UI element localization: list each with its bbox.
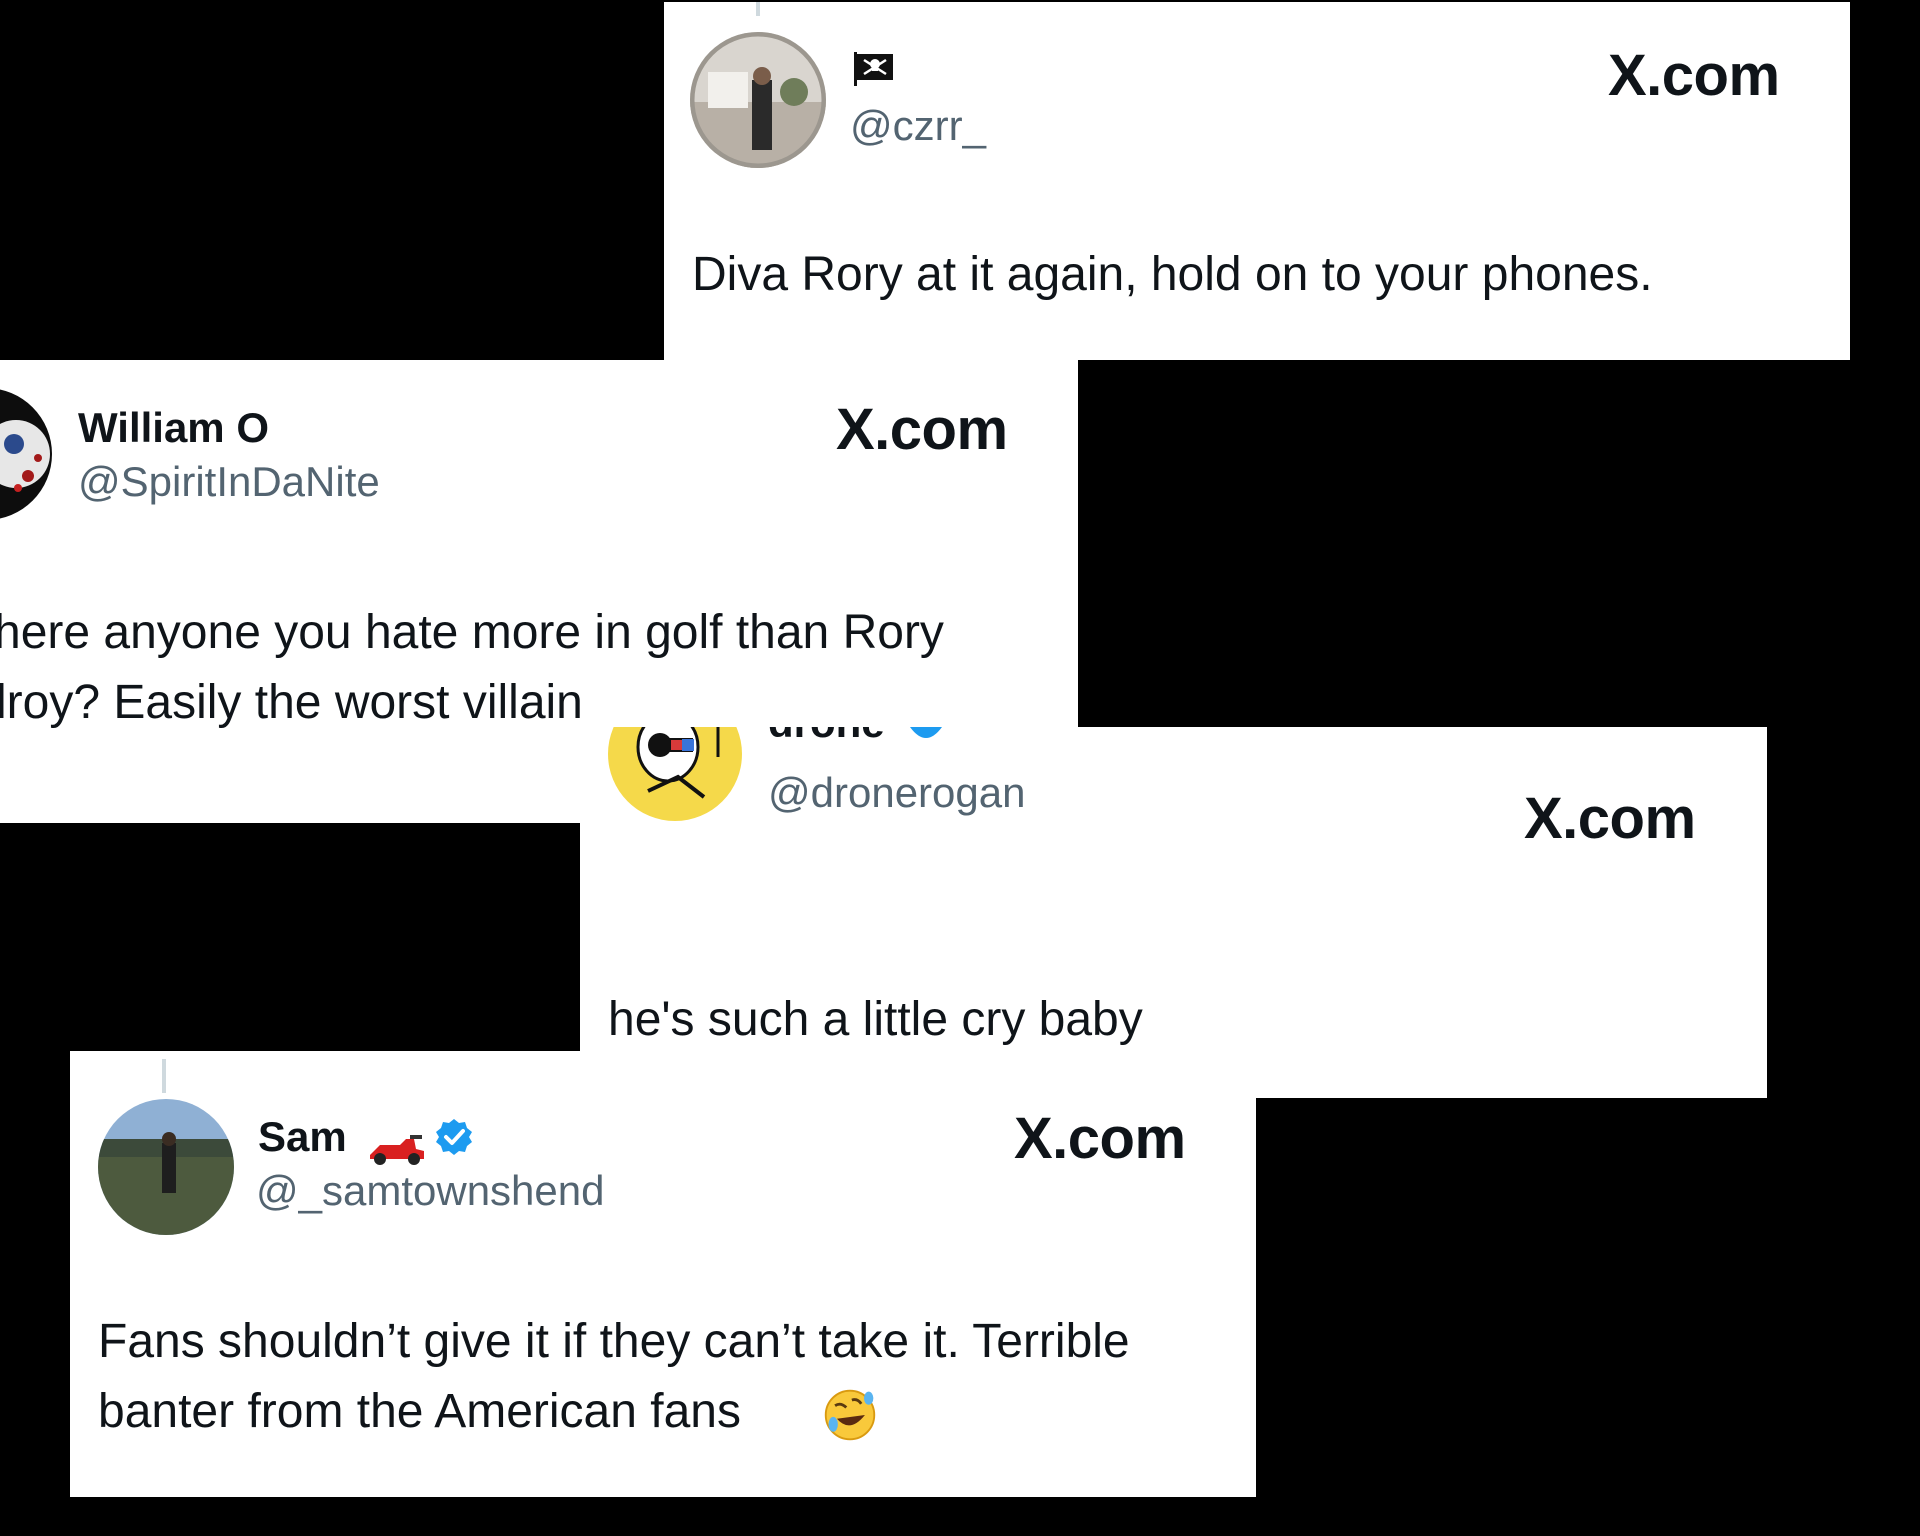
rolling-on-floor-laughing-icon (824, 1389, 876, 1441)
avatar[interactable] (0, 388, 52, 520)
race-car-icon (370, 1135, 424, 1165)
verified-badge-icon (436, 1119, 472, 1155)
x-com-logo: X.com (836, 397, 1008, 462)
avatar-skull-art (0, 388, 52, 520)
tweet-text-line: he's such a little cry baby (608, 993, 1143, 1046)
user-handle[interactable]: @_samtownshend (256, 1167, 605, 1215)
pirate-flag-icon (854, 52, 893, 86)
avatar-field-photo (98, 1099, 234, 1235)
tweet-card-czrr: @czrr_ X.com Diva Rory at it again, hold… (664, 2, 1850, 360)
display-name-cut[interactable]: drone (768, 727, 918, 741)
x-com-logo: X.com (1014, 1106, 1186, 1171)
avatar[interactable] (608, 727, 742, 821)
user-handle[interactable]: @SpiritInDaNite (78, 458, 380, 506)
x-com-logo: X.com (1608, 43, 1780, 108)
avatar-cartoon (608, 727, 742, 821)
verified-badge-icon (910, 727, 942, 738)
display-name[interactable]: Sam (258, 1113, 347, 1161)
tweet-card-dronerogan: drone @dronerogan X.com he's such a litt… (580, 727, 1767, 1098)
avatar[interactable] (690, 32, 826, 168)
tweet-collage: @czrr_ X.com Diva Rory at it again, hold… (0, 0, 1920, 1536)
tweet-text-line: here anyone you hate more in golf than R… (0, 606, 944, 659)
x-com-logo: X.com (1524, 786, 1696, 851)
tweet-text-line: banter from the American fans (98, 1385, 741, 1438)
thread-line (162, 1059, 166, 1093)
thread-line (756, 2, 760, 16)
user-handle[interactable]: @dronerogan (768, 769, 1025, 817)
display-name[interactable]: William O (78, 404, 269, 452)
user-handle[interactable]: @czrr_ (850, 102, 986, 150)
avatar[interactable] (98, 1099, 234, 1235)
tweet-text-line: Fans shouldn’t give it if they can’t tak… (98, 1315, 1130, 1368)
tweet-text-line: lroy? Easily the worst villain (0, 676, 583, 729)
tweet-text-line: Diva Rory at it again, hold on to your p… (692, 248, 1653, 301)
tweet-card-sam: Sam @_samtownshend X.com Fans shouldn’t … (70, 1051, 1256, 1497)
avatar-photo (690, 32, 826, 168)
